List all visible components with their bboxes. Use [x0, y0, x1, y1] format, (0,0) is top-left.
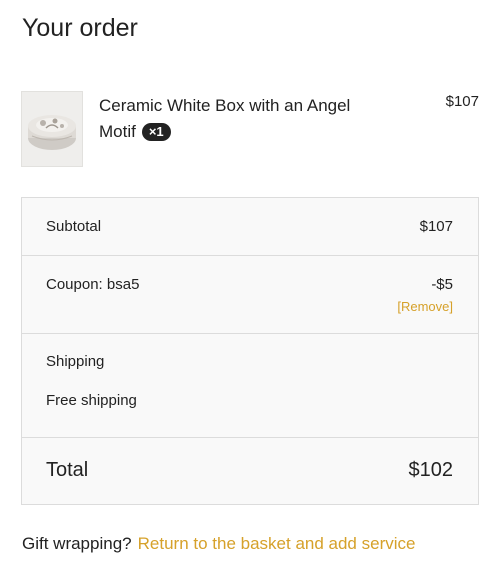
product-name-text: Ceramic White Box with an Angel Motif	[99, 96, 351, 141]
page-title: Your order	[22, 14, 138, 42]
remove-coupon-link[interactable]: [Remove]	[397, 299, 453, 314]
total-row: Total $102	[22, 438, 478, 504]
subtotal-value: $107	[419, 218, 453, 235]
ceramic-box-image	[22, 92, 82, 166]
subtotal-label: Subtotal	[46, 218, 102, 235]
shipping-method: Free shipping	[46, 392, 137, 409]
gift-wrapping-line: Gift wrapping? Return to the basket and a…	[22, 534, 415, 554]
product-name[interactable]: Ceramic White Box with an Angel Motif ×1	[99, 93, 389, 145]
coupon-label: Coupon: bsa5	[46, 276, 140, 293]
quantity-badge: ×1	[141, 123, 171, 141]
shipping-label: Shipping	[46, 353, 105, 370]
order-item: Ceramic White Box with an Angel Motif ×1 …	[21, 91, 481, 169]
product-price: $107	[445, 93, 479, 110]
shipping-row: Shipping Free shipping	[22, 334, 478, 438]
subtotal-row: Subtotal $107	[22, 198, 478, 256]
order-summary: Subtotal $107 Coupon: bsa5 -$5 [Remove] …	[21, 197, 479, 505]
gift-wrapping-question: Gift wrapping?	[22, 534, 132, 553]
coupon-value: -$5	[431, 276, 453, 293]
total-label: Total	[46, 459, 89, 481]
product-thumbnail[interactable]	[21, 91, 83, 167]
total-value: $102	[408, 459, 454, 481]
return-to-basket-link[interactable]: Return to the basket and add service	[138, 534, 416, 553]
coupon-row: Coupon: bsa5 -$5	[22, 256, 478, 334]
